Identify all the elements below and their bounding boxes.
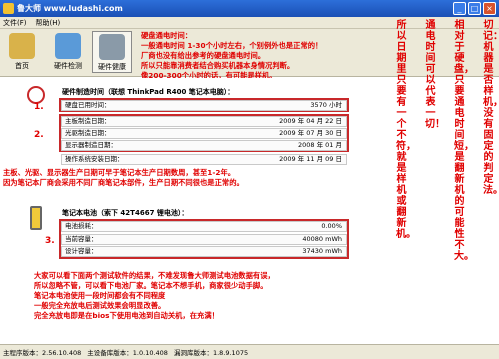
hardware-health-icon [99, 34, 125, 60]
annotation-right-col-1: 切记：机器是否样机，没有固定的判定法。 [483, 20, 499, 196]
menu-help[interactable]: 帮助(H) [36, 18, 61, 28]
maximize-button[interactable]: □ [468, 2, 481, 15]
value: 3570 小时 [310, 101, 342, 109]
annotation-dates: 主板、光驱、显示器生产日期可早于笔记本生产日期数周，甚至1-2年。 因为笔记本厂… [3, 168, 244, 188]
annotation-disk-hours: 硬盘通电时间： 一般通电时间 1-30个小时左右，个别例外也是正常的！ 厂商也没… [141, 31, 322, 81]
marker-1: 1. [34, 102, 44, 112]
label: 主板制造日期： [65, 117, 111, 125]
value: 37430 mWh [302, 247, 342, 255]
battery-icon [30, 206, 42, 230]
section-header-battery: 笔记本电池（索下 42T4667 锂电池）： [62, 209, 189, 217]
annotation-line: 所以忽略不管，可以看下电池厂家。笔记本不想手机，商家很少动手脚。 [34, 281, 268, 290]
annotation-line: 笔记本电池使用一段时间都会有不同程度 [34, 291, 166, 300]
row-battery-design: 设计容量： 37430 mWh [61, 246, 347, 257]
row-optical-date: 光驱制造日期： 2009 年 07 月 30 日 [61, 128, 347, 139]
annotation-right-col-2: 相对于硬盘，只要通电时间短，是翻新机的可能性不大。 [454, 20, 474, 262]
toolbar-health-label: 硬件健康 [98, 63, 126, 71]
marker-2: 2. [34, 130, 44, 140]
window-title: 鲁大师 www.ludashi.com [17, 4, 123, 13]
row-battery-current: 当前容量： 40080 mWh [61, 234, 347, 245]
row-disk-hours: 硬盘已用时间： 3570 小时 [61, 100, 347, 111]
label: 电池损耗： [65, 222, 98, 230]
annotation-line: 完全充放电即是在bios下使用电池到自动关机，在充满！ [34, 311, 219, 320]
toolbar-health-button[interactable]: 硬件健康 [92, 31, 132, 73]
close-button[interactable]: × [483, 2, 496, 15]
menu-file[interactable]: 文件(F) [3, 18, 27, 28]
row-os-install-date: 操作系统安装日期： 2009 年 11 月 09 日 [61, 154, 347, 165]
annotation-line: 大家可以看下面两个测试软件的结果，不难发现鲁大师测试电池数据有误， [34, 271, 275, 280]
minimize-button[interactable]: _ [453, 2, 466, 15]
status-vuln-version: 漏洞库版本：1.8.9.1075 [173, 349, 249, 357]
title-bar: 鲁大师 www.ludashi.com _ □ × [0, 0, 499, 17]
app-logo-icon [3, 3, 14, 14]
value: 2009 年 07 月 30 日 [279, 129, 342, 137]
value: 2008 年 01 月 [297, 141, 342, 149]
annotation-right-col-3: 通电时间可以代表一切！ [425, 20, 445, 130]
annotation-line: 因为笔记本厂商会采用不同厂商笔记本部件，生产日期不同很也是正常的。 [3, 178, 244, 187]
annotation-battery: 大家可以看下面两个测试软件的结果，不难发现鲁大师测试电池数据有误， 所以忽略不管… [34, 271, 275, 321]
home-icon [9, 33, 35, 59]
label: 当前容量： [65, 235, 98, 243]
annotation-line: 所以只能靠消费者结合购买机器本身情况判断。 [141, 61, 295, 70]
value: 40080 mWh [302, 235, 342, 243]
annotation-line: 厂商也没有给出参考的硬盘通电时间。 [141, 51, 266, 60]
label: 设计容量： [65, 247, 98, 255]
annotation-line: 一般完全充放电后测试效果会明显改善。 [34, 301, 166, 310]
label: 显示器制造日期： [65, 141, 117, 149]
status-bar: 主程序版本：2.56.10.408 主设备库版本：1.0.10.408 漏洞库版… [0, 344, 499, 359]
label: 硬盘已用时间： [65, 101, 111, 109]
row-battery-wear: 电池损耗： 0.00% [61, 221, 347, 232]
status-db-version: 主设备库版本：1.0.10.408 [87, 349, 168, 357]
label: 光驱制造日期： [65, 129, 111, 137]
annotation-line: 一般通电时间 1-30个小时左右，个别例外也是正常的！ [141, 41, 323, 50]
label: 操作系统安装日期： [65, 155, 124, 163]
toolbar-detect-label: 硬件检测 [54, 62, 82, 70]
marker-3: 3. [45, 236, 55, 246]
toolbar-home-label: 首页 [15, 62, 29, 70]
annotation-right-col-4: 所以日期里只要有一个不符，就是样机或翻新机。 [396, 20, 416, 240]
annotation-line: 主板、光驱、显示器生产日期可早于笔记本生产日期数周，甚至1-2年。 [3, 168, 236, 177]
section-header-manufacture: 硬件制造时间（联想 ThinkPad R400 笔记本电脑）： [62, 88, 235, 96]
value: 2009 年 04 月 22 日 [279, 117, 342, 125]
toolbar-home-button[interactable]: 首页 [2, 31, 42, 73]
row-display-date: 显示器制造日期： 2008 年 01 月 [61, 140, 347, 151]
annotation-line: 硬盘通电时间： [141, 31, 193, 40]
status-main-version: 主程序版本：2.56.10.408 [3, 349, 82, 357]
value: 2009 年 11 月 09 日 [279, 155, 342, 163]
value: 0.00% [321, 222, 342, 230]
row-mainboard-date: 主板制造日期： 2009 年 04 月 22 日 [61, 116, 347, 127]
hardware-detect-icon [55, 33, 81, 59]
toolbar-detect-button[interactable]: 硬件检测 [48, 31, 88, 73]
